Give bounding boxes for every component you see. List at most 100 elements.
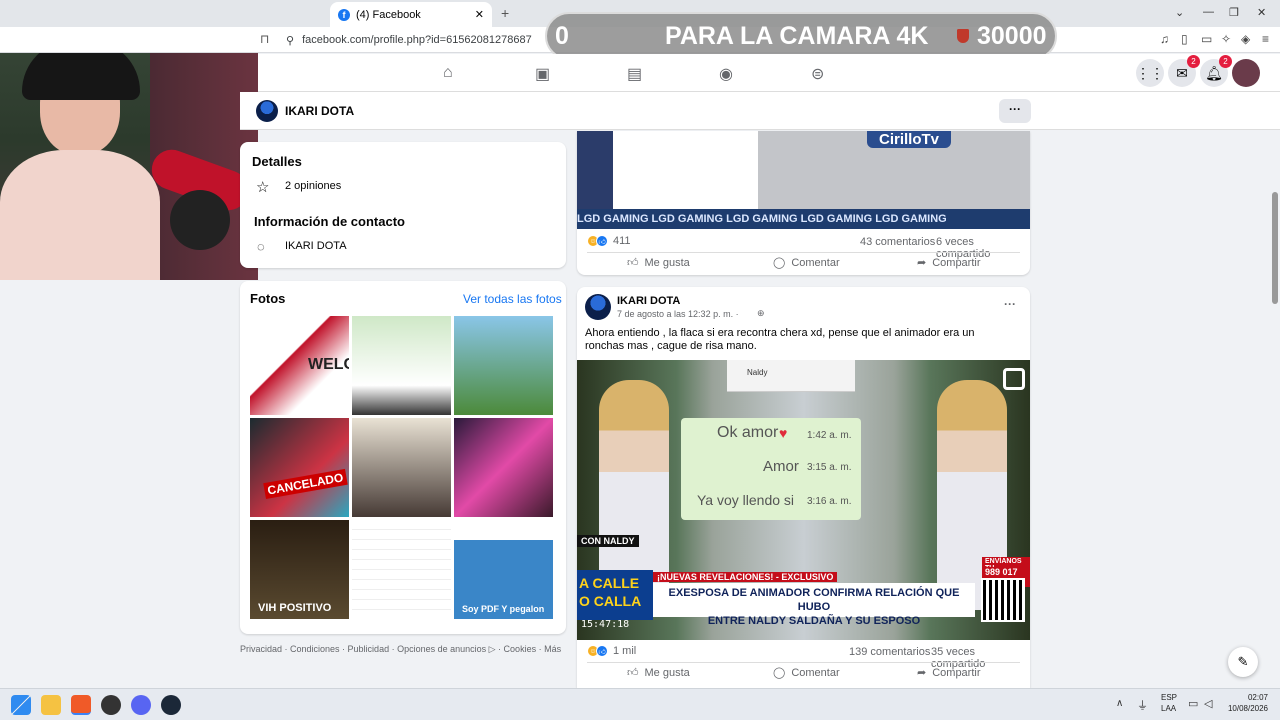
show-logo: A CALLE O CALLA [577, 570, 653, 620]
heart-icon: ♥ [779, 425, 788, 441]
photo-thumb[interactable] [454, 316, 553, 415]
comment-button[interactable]: ◯ Comentar [773, 256, 840, 270]
keyboard-layout[interactable]: LAA [1161, 704, 1176, 713]
new-message-button[interactable]: ✎ [1228, 647, 1258, 677]
edit-icon: ✎ [1237, 654, 1249, 669]
footer-links[interactable]: Privacidad · Condiciones · Publicidad · … [240, 644, 561, 655]
start-icon[interactable] [11, 695, 31, 715]
goal-target: 30000 [977, 22, 1047, 50]
share-button[interactable]: ➦ Compartir [917, 666, 981, 680]
news-tag: ¡NUEVAS REVELACIONES! - EXCLUSIVO [653, 572, 838, 582]
scrollbar-thumb[interactable] [1272, 192, 1278, 304]
like-button[interactable]: 👍︎ Me gusta [627, 666, 690, 680]
volume-icon[interactable]: ◁ [1204, 697, 1212, 710]
con-naldy-label: CON NALDY [577, 535, 639, 547]
photo-thumb[interactable]: Soy PDF Y pegalon [454, 520, 553, 619]
browser-tab[interactable]: f (4) Facebook ✕ [330, 2, 492, 27]
like-icon: 👍︎ [596, 235, 608, 247]
shield-icon [957, 29, 969, 43]
brave-browser-icon[interactable] [71, 695, 91, 715]
profile-avatar[interactable] [256, 100, 278, 122]
ai-icon[interactable]: ✧ [1221, 32, 1231, 46]
notifications-badge: 2 [1219, 55, 1232, 68]
home-icon[interactable]: ⌂ [443, 64, 453, 82]
post-author-avatar[interactable] [585, 294, 611, 320]
obs-icon[interactable] [101, 695, 121, 715]
comments-count[interactable]: 139 comentarios [849, 646, 930, 658]
gaming-icon[interactable]: ⊜ [811, 64, 824, 84]
photos-heading: Fotos [250, 291, 286, 306]
stream-goal-overlay: 0 PARA LA CAMARA 4K 30000 [545, 12, 1057, 60]
account-avatar[interactable] [1232, 59, 1260, 87]
language-code[interactable]: ESP [1161, 693, 1177, 702]
post-text: Ahora entiendo , la flaca si era recontr… [585, 327, 975, 352]
maximize-icon[interactable]: ❐ [1229, 6, 1239, 19]
channel-logo-icon [1003, 368, 1025, 390]
messenger-contact-name[interactable]: IKARI DOTA [285, 240, 347, 252]
contact-heading: Información de contacto [254, 214, 405, 229]
headline: EXESPOSA DE ANIMADOR CONFIRMA RELACIÓN Q… [653, 583, 975, 627]
messenger-icon[interactable]: ✉ 2 [1168, 55, 1200, 87]
facebook-top-nav: ⌂ ▣ ▤ ◉ ⊜ ⋮⋮ ✉ 2 🔔︎ 2 [258, 54, 1280, 92]
post-author[interactable]: IKARI DOTA [617, 295, 680, 307]
video-icon[interactable]: ▣ [535, 64, 550, 84]
reactions-summary[interactable]: ☺ 👍︎ 411 [587, 235, 631, 247]
tab-list-icon[interactable]: ⌄ [1175, 6, 1184, 19]
minimize-icon[interactable]: — [1203, 6, 1214, 18]
like-button[interactable]: 👍︎ Me gusta [627, 256, 690, 270]
more-options-button[interactable]: ··· [999, 99, 1031, 123]
menu-grid-icon[interactable]: ⋮⋮ [1136, 59, 1164, 87]
steam-icon[interactable] [161, 695, 181, 715]
wallet-icon[interactable]: ▭ [1201, 32, 1212, 46]
share-icon: ➦ [917, 667, 927, 679]
url-field[interactable]: ⚲ facebook.com/profile.php?id=6156208127… [286, 31, 532, 49]
reviews-link[interactable]: 2 opiniones [285, 180, 341, 192]
clock-time[interactable]: 02:07 [1218, 693, 1268, 702]
see-all-photos-link[interactable]: Ver todas las fotos [463, 292, 562, 306]
bookmark-icon[interactable]: ⊓ [260, 32, 269, 46]
comments-count[interactable]: 43 comentarios [860, 236, 935, 248]
photo-thumb[interactable] [352, 520, 451, 619]
sidebar-icon[interactable]: ▯ [1181, 32, 1188, 46]
photo-thumb[interactable]: CANCELADO [250, 418, 349, 517]
groups-icon[interactable]: ◉ [719, 64, 733, 84]
music-icon[interactable]: ♫ [1160, 32, 1169, 46]
reactions-summary[interactable]: ☺ 👍︎ 1 mil [587, 645, 636, 657]
post-date[interactable]: 7 de agosto a las 12:32 p. m. · [617, 309, 739, 319]
photo-thumb[interactable] [352, 418, 451, 517]
url-text: facebook.com/profile.php?id=615620812786… [302, 34, 532, 46]
photo-thumb[interactable]: VIH POSITIVO [250, 520, 349, 619]
discord-icon[interactable] [131, 695, 151, 715]
marketplace-icon[interactable]: ▤ [627, 64, 642, 84]
post-card: CirilloTv LGD GAMING LGD GAMING LGD GAMI… [577, 131, 1030, 275]
close-tab-icon[interactable]: ✕ [475, 8, 484, 21]
new-tab-icon[interactable]: + [501, 5, 509, 21]
close-window-icon[interactable]: ✕ [1257, 6, 1266, 19]
notifications-icon[interactable]: 🔔︎ 2 [1200, 55, 1232, 87]
post-options-icon[interactable]: ··· [1004, 297, 1016, 311]
channel-logo: CirilloTv [867, 131, 952, 148]
vpn-icon[interactable]: ◈ [1241, 32, 1250, 46]
image-banner: LGD GAMING LGD GAMING LGD GAMING LGD GAM… [577, 209, 1030, 229]
scrollbar[interactable] [1270, 130, 1280, 688]
qr-code [981, 578, 1025, 622]
photo-thumb[interactable] [352, 316, 451, 415]
comment-button[interactable]: ◯ Comentar [773, 666, 840, 680]
photo-thumb[interactable] [454, 418, 553, 517]
photo-grid: WELC CANCELADO VIH POSITIVO Soy PDF Y pe… [250, 316, 556, 622]
clock-date[interactable]: 10/08/2026 [1218, 704, 1268, 713]
share-button[interactable]: ➦ Compartir [917, 256, 981, 270]
photo-thumb[interactable]: WELC [250, 316, 349, 415]
like-icon: 👍︎ [596, 645, 608, 657]
mic-icon[interactable]: ⏚ [1137, 697, 1148, 713]
video-timestamp: 15:47:18 [581, 619, 630, 630]
site-info-icon[interactable]: ⚲ [286, 34, 294, 47]
profile-name[interactable]: IKARI DOTA [285, 104, 354, 118]
tray-chevron-icon[interactable]: ∧ [1116, 698, 1123, 709]
post-video[interactable]: Naldy Ok amor ♥ 1:42 a. m. Amor 3:15 a. … [577, 360, 1030, 640]
network-icon[interactable]: ▭ [1188, 697, 1198, 710]
messenger-badge: 2 [1187, 55, 1200, 68]
file-explorer-icon[interactable] [41, 695, 61, 715]
menu-icon[interactable]: ≡ [1262, 32, 1269, 46]
post-image[interactable]: CirilloTv LGD GAMING LGD GAMING LGD GAMI… [577, 131, 1030, 229]
